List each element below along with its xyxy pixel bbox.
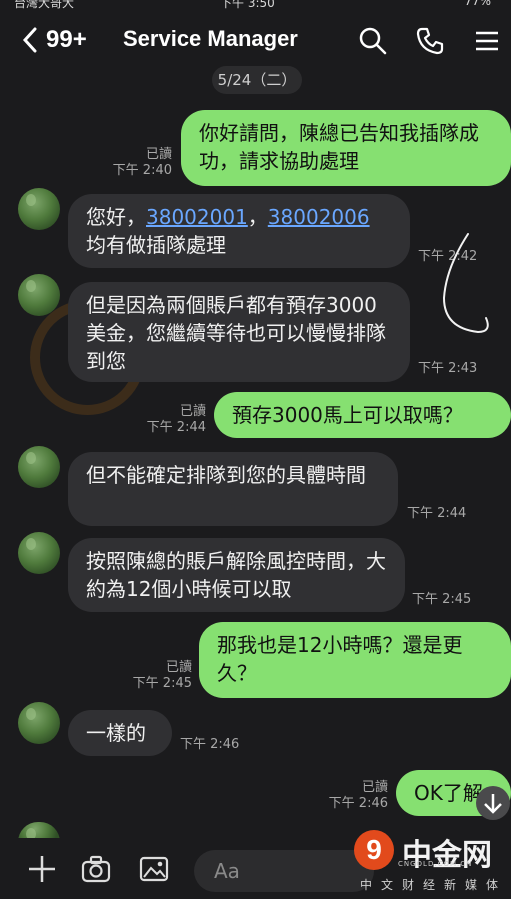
message-meta: 已讀 下午 2:45 [128,660,192,692]
handwritten-mark [442,233,489,334]
read-receipt: 已讀 [179,404,206,419]
message-text: 那我也是12小時嗎？還是更久？ [217,633,463,685]
account-link[interactable]: 38002001 [146,205,248,229]
message-meta: 已讀 下午 2:44 [140,404,206,436]
read-receipt: 已讀 [145,147,172,162]
message-time: 下午 2:43 [418,361,478,376]
message-text: 按照陳總的賬戶解除風控時間，大約為12個小時候可以取 [86,549,386,601]
phone-icon[interactable] [415,26,445,56]
scroll-to-bottom-button[interactable] [476,786,510,820]
message-text: 但不能確定排隊到您的具體時間 [86,463,366,487]
watermark-logo-icon: 9 [354,830,394,870]
message-time: 下午 2:45 [132,676,192,691]
message-text: 均有做插隊處理 [86,233,226,257]
chevron-left-icon [22,27,37,53]
message-bubble-incoming[interactable]: 您好，38002001，38002006 均有做插隊處理 [68,194,410,268]
source-watermark: 9 中金网 CNGOLD.COM.CN 中文财经新媒体 [354,828,508,892]
message-text: 一樣的 [86,721,146,745]
avatar[interactable] [18,188,60,230]
clock-label: 下午 3:50 [220,0,275,10]
arrow-down-icon [484,794,502,814]
camera-icon[interactable] [80,853,112,885]
message-time: 下午 2:46 [328,796,388,811]
watermark-domain: CNGOLD.COM.CN [398,860,473,868]
message-time: 下午 2:44 [146,420,206,435]
battery-label: 77% [464,0,491,8]
plus-icon[interactable] [26,853,58,885]
watermark-tagline: 中文财经新媒体 [360,878,508,892]
account-link[interactable]: 38002006 [268,205,370,229]
separator-text: ， [247,205,268,229]
search-icon[interactable] [358,26,388,56]
message-meta: 已讀 下午 2:46 [326,780,388,812]
message-input[interactable]: Aa [194,850,374,892]
message-time: 下午 2:40 [112,163,172,178]
read-receipt: 已讀 [165,660,192,675]
back-button[interactable]: 99+ [22,24,118,56]
message-time: 下午 2:45 [412,592,472,607]
message-time: 下午 2:46 [180,737,240,752]
image-icon[interactable] [138,853,170,885]
message-meta: 已讀 下午 2:40 [110,147,172,179]
date-separator: 5/24（二） [212,66,302,94]
avatar[interactable] [18,532,60,574]
message-time: 下午 2:44 [407,506,467,521]
menu-icon[interactable] [472,26,502,56]
message-bubble-incoming[interactable]: 但不能確定排隊到您的具體時間 [68,452,398,526]
message-bubble-incoming[interactable]: 一樣的 [68,710,172,756]
message-bubble-outgoing[interactable]: 那我也是12小時嗎？還是更久？ [199,622,511,698]
status-bar: 台灣大哥大 下午 3:50 77% [0,0,511,16]
message-text: 但是因為兩個賬戶都有預存3000美金，您繼續等待也可以慢慢排隊到您 [86,293,386,373]
message-bubble-incoming[interactable]: 但是因為兩個賬戶都有預存3000美金，您繼續等待也可以慢慢排隊到您 [68,282,410,382]
avatar[interactable] [18,702,60,744]
message-bubble-outgoing[interactable]: 預存3000馬上可以取嗎？ [214,392,511,438]
read-receipt: 已讀 [361,780,388,795]
message-text: OK了解 [414,781,483,805]
avatar[interactable] [18,274,60,316]
carrier-label: 台灣大哥大 [14,0,75,10]
message-text: 你好請問，陳總已告知我插隊成功，請求協助處理 [199,121,479,173]
message-bubble-outgoing[interactable]: 你好請問，陳總已告知我插隊成功，請求協助處理 [181,110,511,186]
unread-count: 99+ [46,26,87,53]
chat-title: Service Manager [123,26,298,51]
message-text: 預存3000馬上可以取嗎？ [232,403,463,427]
greeting-text: 您好， [86,205,146,229]
message-bubble-incoming[interactable]: 按照陳總的賬戶解除風控時間，大約為12個小時候可以取 [68,538,405,612]
chat-header: 99+ Service Manager [0,18,511,66]
avatar[interactable] [18,446,60,488]
